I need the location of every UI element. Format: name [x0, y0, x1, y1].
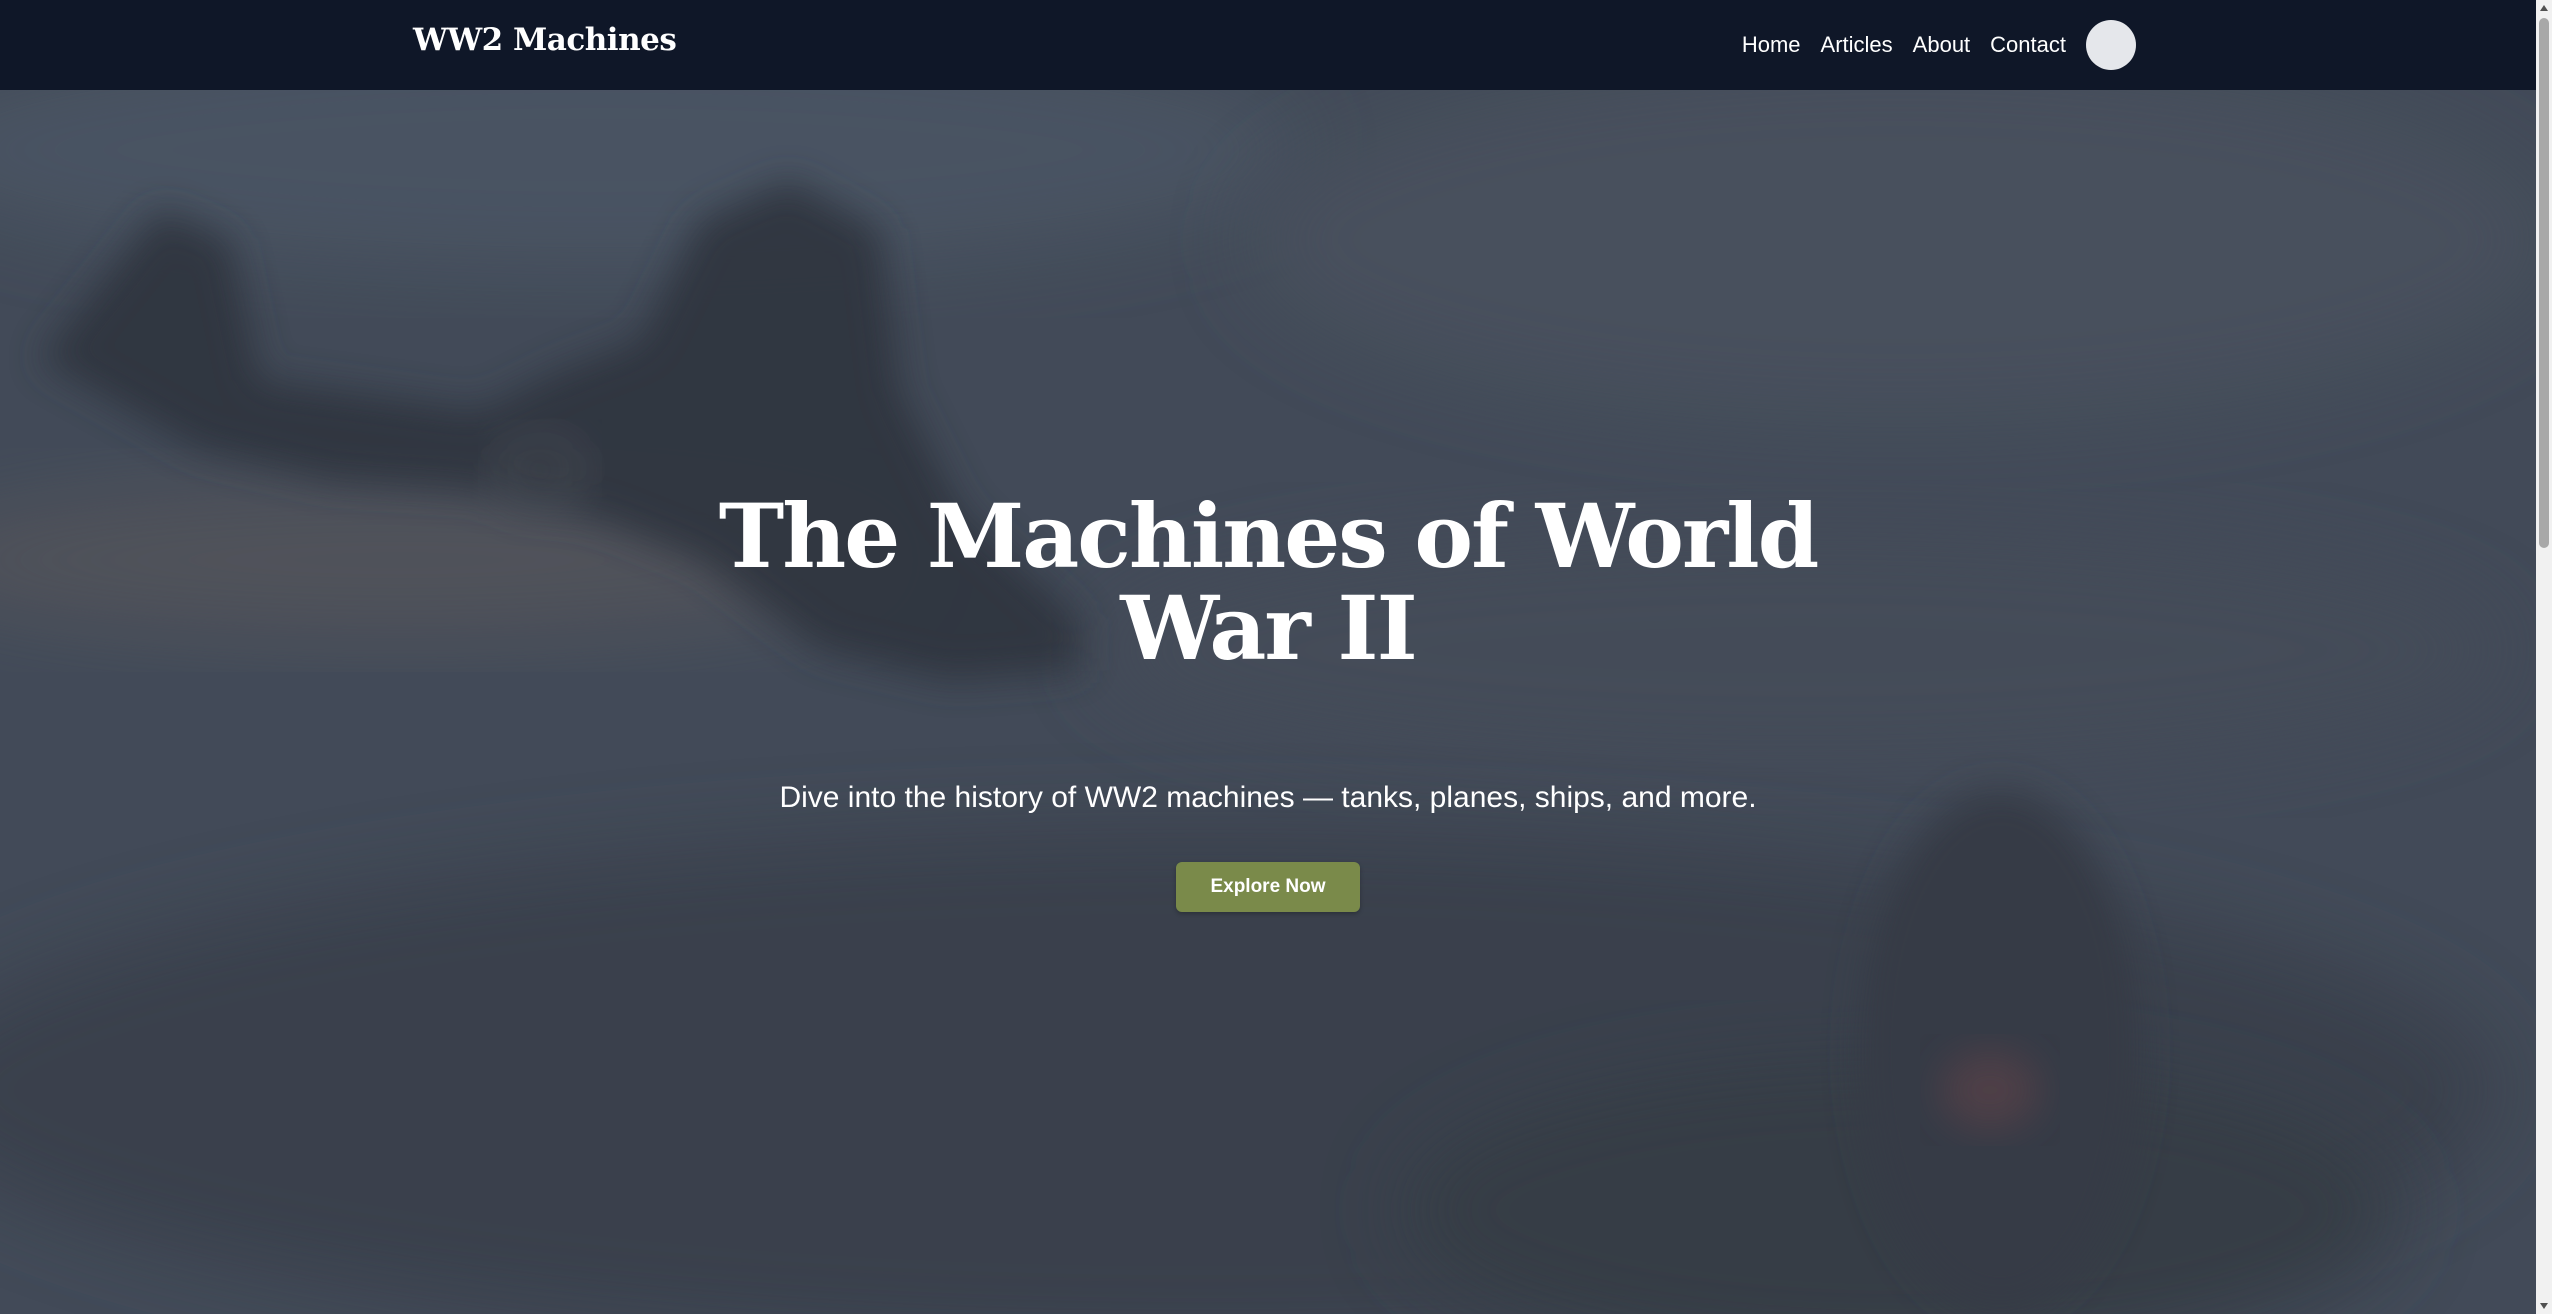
vertical-scrollbar[interactable]	[2536, 0, 2552, 1314]
nav-link-contact[interactable]: Contact	[1990, 32, 2066, 58]
explore-now-button[interactable]: Explore Now	[1176, 862, 1360, 912]
page: WW2 Machines Home Articles About Contact	[0, 0, 2552, 1314]
brand-logo[interactable]: WW2 Machines	[413, 22, 677, 58]
scroll-thumb[interactable]	[2539, 18, 2549, 548]
nav-links: Home Articles About Contact	[1742, 19, 2136, 71]
avatar[interactable]	[2086, 20, 2136, 70]
navbar: WW2 Machines Home Articles About Contact	[0, 0, 2536, 90]
hero-overlay	[0, 90, 2536, 1314]
triangle-down-icon[interactable]	[2536, 1298, 2552, 1314]
hero-title: The Machines of World War II	[718, 484, 1820, 680]
triangle-up-icon[interactable]	[2536, 0, 2552, 16]
hero-subtitle: Dive into the history of WW2 machines — …	[779, 781, 1757, 814]
nav-link-articles[interactable]: Articles	[1821, 32, 1893, 58]
hero-section	[0, 90, 2536, 1314]
nav-link-home[interactable]: Home	[1742, 32, 1801, 58]
nav-link-about[interactable]: About	[1913, 32, 1971, 58]
